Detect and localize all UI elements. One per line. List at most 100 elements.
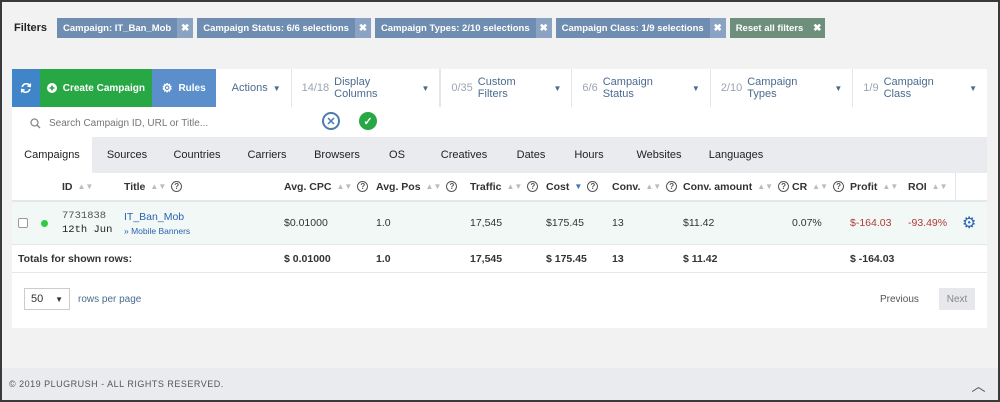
apply-search-button[interactable]: ✓: [359, 112, 377, 130]
totals-traffic: 17,545: [470, 253, 503, 265]
campaign-class-link[interactable]: » Mobile Banners: [124, 226, 190, 236]
help-icon: ?: [357, 181, 369, 192]
column-conv[interactable]: Conv. ▲▼?: [612, 173, 678, 200]
totals-conv: 13: [612, 253, 624, 265]
search-icon: [30, 117, 41, 128]
row-date: 12th Jun: [62, 224, 113, 236]
chevron-up-icon[interactable]: ︿: [972, 376, 987, 396]
tab-dates[interactable]: Dates: [506, 137, 556, 173]
caret-down-icon: ▼: [969, 83, 978, 93]
row-cost: $175.45: [546, 217, 584, 229]
tab-websites[interactable]: Websites: [622, 137, 696, 173]
table-row: 7731838 12th Jun IT_Ban_Mob » Mobile Ban…: [12, 202, 987, 245]
filter-chip-campaign[interactable]: Campaign: IT_Ban_Mob ✖: [57, 18, 194, 38]
row-title-cell: IT_Ban_Mob » Mobile Banners: [124, 202, 190, 244]
totals-avg-cpc: $ 0.01000: [284, 253, 331, 265]
help-icon: ?: [833, 181, 845, 192]
filters-label: Filters: [14, 22, 48, 34]
clear-search-button[interactable]: ✕: [322, 112, 340, 130]
plus-circle-icon: [46, 83, 57, 93]
reset-filters-button[interactable]: Reset all filters ✖: [729, 18, 826, 38]
sort-icon: ▲▼: [812, 182, 829, 191]
custom-filters-dropdown[interactable]: 0/35 Custom Filters ▼: [441, 69, 573, 107]
column-profit[interactable]: Profit ▲▼: [850, 173, 898, 200]
close-icon[interactable]: ✖: [809, 18, 826, 38]
column-conv-amount[interactable]: Conv. amount ▲▼?: [683, 173, 790, 200]
next-page-button[interactable]: Next: [939, 288, 975, 310]
caret-down-icon: ▼: [553, 83, 562, 93]
sort-icon: ▲▼: [336, 182, 353, 191]
tab-creatives[interactable]: Creatives: [422, 137, 506, 173]
caret-down-icon: ▼: [691, 83, 700, 93]
row-settings-button[interactable]: ⚙: [962, 202, 976, 244]
column-cost[interactable]: Cost ▼?: [546, 173, 599, 200]
table-header: ID ▲▼ Title ▲▼? Avg. CPC ▲▼? Avg. Pos ▲▼? Tr…: [12, 173, 987, 202]
sort-icon: ▲▼: [645, 182, 662, 191]
copyright-text: © 2019 PLUGRUSH - ALL RIGHTS RESERVED.: [9, 379, 224, 389]
sort-icon: ▲▼: [425, 182, 442, 191]
row-traffic: 17,545: [470, 217, 503, 229]
display-columns-dropdown[interactable]: 14/18 Display Columns ▼: [292, 69, 441, 107]
previous-page-button[interactable]: Previous: [880, 288, 919, 310]
column-divider: [955, 173, 956, 200]
help-icon: ?: [171, 181, 183, 192]
actions-dropdown[interactable]: Actions ▼: [216, 69, 292, 107]
row-id: 7731838: [62, 210, 107, 222]
column-id[interactable]: ID ▲▼: [62, 173, 93, 200]
close-icon[interactable]: ✖: [535, 18, 552, 38]
close-icon[interactable]: ✖: [709, 18, 726, 38]
column-title[interactable]: Title ▲▼?: [124, 173, 183, 200]
filters-bar: Filters Campaign: IT_Ban_Mob ✖ Campaign …: [14, 18, 826, 38]
sort-icon: ▲▼: [77, 182, 94, 191]
tab-countries[interactable]: Countries: [162, 137, 232, 173]
close-icon[interactable]: ✖: [354, 18, 371, 38]
campaign-class-dropdown[interactable]: 1/9 Campaign Class ▼: [853, 69, 987, 107]
tab-browsers[interactable]: Browsers: [302, 137, 372, 173]
help-icon: ?: [778, 181, 790, 192]
check-icon: ✓: [363, 115, 373, 128]
refresh-button[interactable]: [12, 69, 40, 107]
campaign-title-link[interactable]: IT_Ban_Mob: [124, 211, 184, 223]
tab-os[interactable]: OS: [372, 137, 422, 173]
filter-chip-campaign-status[interactable]: Campaign Status: 6/6 selections ✖: [197, 18, 371, 38]
column-roi[interactable]: ROI ▲▼: [908, 173, 948, 200]
sort-desc-icon: ▼: [574, 182, 583, 191]
campaign-status-dropdown[interactable]: 6/6 Campaign Status ▼: [572, 69, 711, 107]
close-icon[interactable]: ✖: [177, 18, 194, 38]
caret-down-icon: ▼: [421, 83, 430, 93]
rows-per-page-label: rows per page: [78, 293, 142, 305]
row-checkbox[interactable]: [18, 202, 28, 244]
tab-carriers[interactable]: Carriers: [232, 137, 302, 173]
totals-conv-amount: $ 11.42: [683, 253, 718, 265]
create-campaign-button[interactable]: Create Campaign: [39, 69, 152, 107]
totals-avg-pos: 1.0: [376, 253, 391, 265]
totals-label: Totals for shown rows:: [18, 253, 133, 265]
footer: © 2019 PLUGRUSH - ALL RIGHTS RESERVED. ︿: [2, 368, 998, 400]
row-conv: 13: [612, 217, 624, 229]
row-profit: $-164.03: [850, 217, 892, 229]
column-avg-cpc[interactable]: Avg. CPC ▲▼?: [284, 173, 369, 200]
tab-languages[interactable]: Languages: [696, 137, 776, 173]
status-dot: [41, 202, 48, 244]
column-avg-pos[interactable]: Avg. Pos ▲▼?: [376, 173, 458, 200]
filter-chip-campaign-class[interactable]: Campaign Class: 1/9 selections ✖: [555, 18, 726, 38]
column-cr[interactable]: CR ▲▼?: [792, 173, 845, 200]
tab-hours[interactable]: Hours: [556, 137, 622, 173]
sort-icon: ▲▼: [757, 182, 774, 191]
column-traffic[interactable]: Traffic ▲▼?: [470, 173, 539, 200]
totals-cost: $ 175.45: [546, 253, 587, 265]
search-input[interactable]: [49, 117, 289, 129]
filter-chip-campaign-types[interactable]: Campaign Types: 2/10 selections ✖: [374, 18, 552, 38]
help-icon: ?: [446, 181, 458, 192]
sort-icon: ▲▼: [882, 182, 899, 191]
row-conv-amount: $11.42: [683, 217, 715, 229]
tab-sources[interactable]: Sources: [92, 137, 162, 173]
sort-icon: ▲▼: [931, 182, 948, 191]
rows-per-page-select[interactable]: 50 ▼: [24, 288, 70, 310]
pagination: 50 ▼ rows per page Previous Next: [12, 273, 987, 328]
rules-button[interactable]: ⚙ Rules: [151, 69, 216, 107]
campaign-types-dropdown[interactable]: 2/10 Campaign Types ▼: [711, 69, 854, 107]
tab-campaigns[interactable]: Campaigns: [12, 137, 92, 173]
row-roi: -93.49%: [908, 217, 948, 229]
row-cr: 0.07%: [792, 217, 822, 229]
